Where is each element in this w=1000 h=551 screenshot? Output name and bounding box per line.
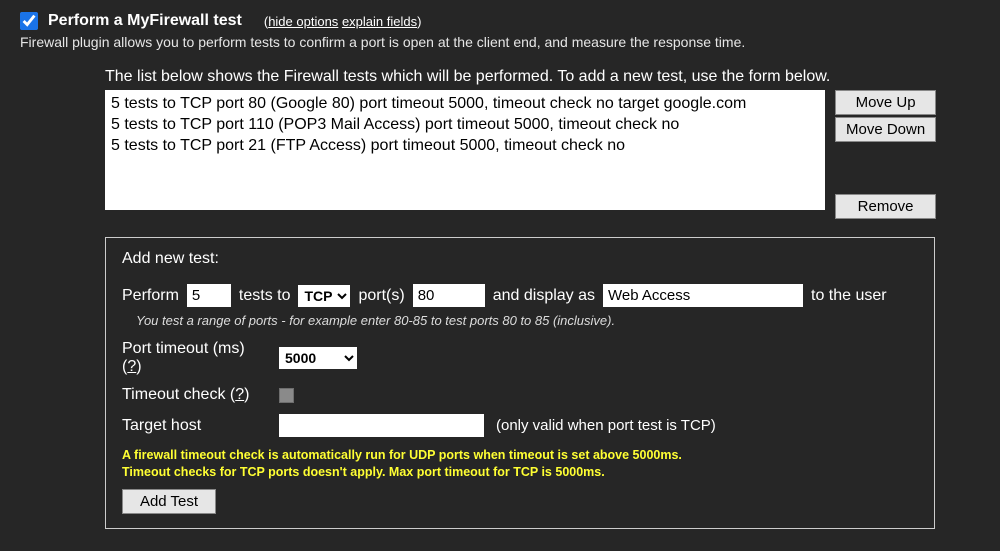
display-name-input[interactable] [603,284,803,307]
port-timeout-select[interactable]: 5000 [279,347,357,369]
options-group: (hide options explain fields) [264,14,422,29]
port-input[interactable] [413,284,485,307]
remove-button[interactable]: Remove [835,194,936,219]
timeout-check-checkbox[interactable] [279,388,294,403]
display-as-label: and display as [493,287,595,305]
hide-options-link[interactable]: hide options [268,14,338,29]
list-item[interactable]: 5 tests to TCP port 21 (FTP Access) port… [111,136,819,157]
timeout-check-label: Timeout check (?) [122,386,267,404]
protocol-select[interactable]: TCP [298,285,350,307]
port-range-hint: You test a range of ports - for example … [136,313,918,328]
page-title: Perform a MyFirewall test [48,12,242,30]
port-timeout-label: Port timeout (ms) (?) [122,340,267,376]
tests-listbox[interactable]: 5 tests to TCP port 80 (Google 80) port … [105,90,825,210]
target-host-suffix: (only valid when port test is TCP) [496,417,716,434]
perform-label: Perform [122,287,179,305]
timeout-check-help-icon[interactable]: ? [235,386,244,403]
explain-fields-link[interactable]: explain fields [342,14,417,29]
add-new-test-panel: Add new test: Perform tests to TCP port(… [105,237,935,529]
target-host-input[interactable] [279,414,484,437]
move-down-button[interactable]: Move Down [835,117,936,142]
tests-to-label: tests to [239,287,291,305]
move-up-button[interactable]: Move Up [835,90,936,115]
ports-label: port(s) [358,287,404,305]
tests-list-label: The list below shows the Firewall tests … [105,68,980,86]
target-host-label: Target host [122,417,267,435]
perform-firewall-test-checkbox[interactable] [20,12,38,30]
to-user-label: to the user [811,287,887,305]
plugin-description: Firewall plugin allows you to perform te… [20,34,980,50]
add-test-button[interactable]: Add Test [122,489,216,514]
list-item[interactable]: 5 tests to TCP port 80 (Google 80) port … [111,94,819,115]
timeout-warning: A firewall timeout check is automaticall… [122,447,918,481]
test-count-input[interactable] [187,284,231,307]
port-timeout-help-icon[interactable]: ? [127,358,136,375]
add-new-test-legend: Add new test: [122,250,918,268]
list-item[interactable]: 5 tests to TCP port 110 (POP3 Mail Acces… [111,115,819,136]
